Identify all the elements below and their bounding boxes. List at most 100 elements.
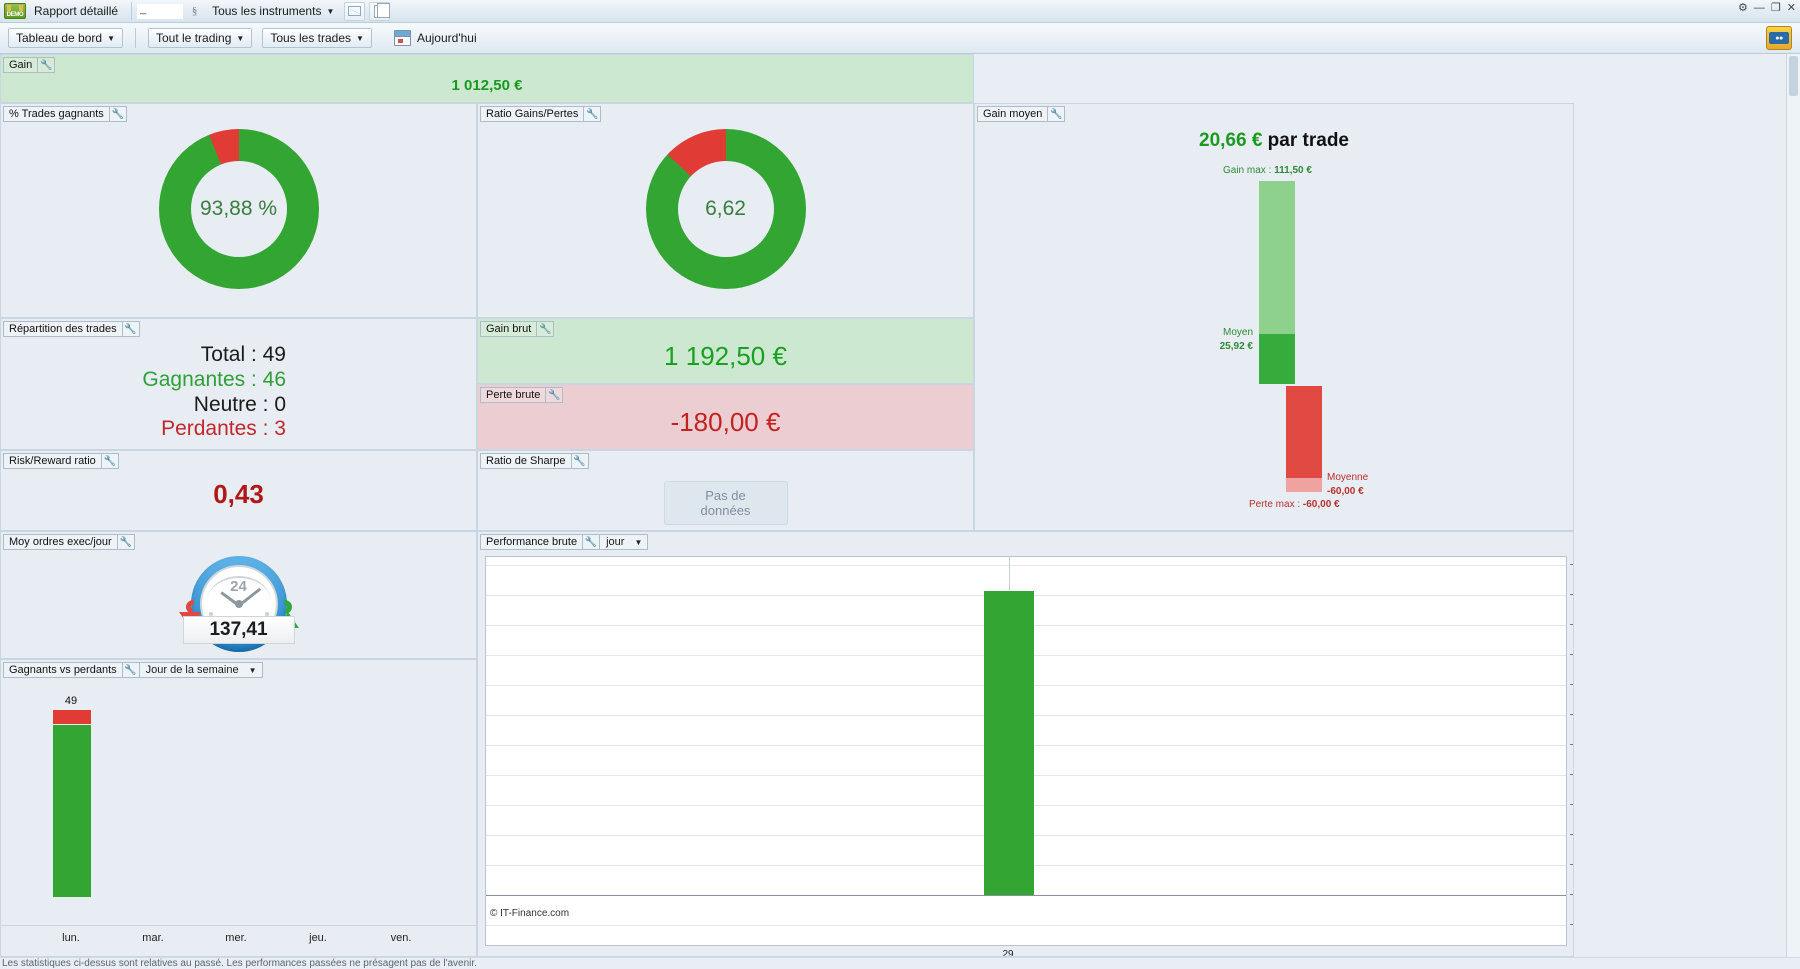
footer-disclaimer: Les statistiques ci-dessus sont relative… bbox=[0, 957, 1800, 969]
date-range-label[interactable]: Aujourd'hui bbox=[417, 31, 477, 45]
panel-repartition-label[interactable]: Répartition des trades 🔧 bbox=[3, 321, 140, 337]
risk-reward-value: 0,43 bbox=[213, 479, 264, 509]
weekday-label-mar: mar. bbox=[142, 932, 164, 944]
chevron-down-icon: ▼ bbox=[326, 6, 335, 16]
panel-gain-label[interactable]: Gain 🔧 bbox=[3, 57, 56, 73]
wrench-icon[interactable]: 🔧 bbox=[583, 107, 600, 121]
panel-gain-title: Gain bbox=[9, 59, 33, 71]
trading-filter-button[interactable]: Tout le trading ▼ bbox=[148, 28, 253, 48]
bar-moyen bbox=[1259, 334, 1295, 384]
wrench-icon[interactable]: 🔧 bbox=[1047, 107, 1064, 121]
panel-trades-gagnants-label[interactable]: % Trades gagnants 🔧 bbox=[3, 106, 127, 122]
minimize-button[interactable]: — bbox=[1754, 3, 1765, 14]
panel-gagnants-vs-perdants: Gagnants vs perdants 🔧 Jour de la semain… bbox=[0, 659, 477, 957]
panel-gagnants-vs-perdants-label[interactable]: Gagnants vs perdants 🔧 Jour de la semain… bbox=[3, 662, 263, 678]
weekday-label-ven: ven. bbox=[390, 932, 412, 944]
moyenne-value: -60,00 € bbox=[1327, 486, 1364, 497]
link-icon[interactable]: § bbox=[188, 3, 201, 20]
trades-filter-button[interactable]: Tous les trades ▼ bbox=[262, 28, 372, 48]
panel-performance-brute-title: Performance brute bbox=[486, 536, 578, 548]
panel-gain-moyen-title: Gain moyen bbox=[983, 108, 1043, 120]
wrench-icon[interactable]: 🔧 bbox=[536, 322, 553, 336]
gain-moyen-headline: 20,66 € par trade bbox=[975, 130, 1573, 152]
trades-filter-label: Tous les trades bbox=[270, 31, 352, 45]
bar-data-label: 49 bbox=[64, 695, 78, 707]
panel-gain-brut: Gain brut 🔧 1 192,50 € bbox=[477, 318, 974, 384]
scrollbar-thumb[interactable] bbox=[1789, 56, 1798, 96]
panel-risk-reward-label[interactable]: Risk/Reward ratio 🔧 bbox=[3, 453, 119, 469]
maximize-button[interactable]: ❐ bbox=[1771, 3, 1781, 14]
vertical-scrollbar[interactable] bbox=[1786, 54, 1800, 957]
panel-performance-brute-label[interactable]: Performance brute 🔧 jour ▼ bbox=[480, 534, 649, 550]
panel-perte-brute-label[interactable]: Perte brute 🔧 bbox=[480, 387, 564, 403]
bar-segment-gagnantes bbox=[53, 725, 91, 897]
panel-perte-brute-title: Perte brute bbox=[486, 389, 541, 401]
performance-bar bbox=[984, 591, 1034, 895]
panel-moy-ordres-label[interactable]: Moy ordres exec/jour 🔧 bbox=[3, 534, 135, 550]
gain-max-label: Gain max : bbox=[1223, 165, 1275, 176]
panel-trades-gagnants: % Trades gagnants 🔧 93,88 % bbox=[0, 103, 477, 318]
panel-perte-brute: Perte brute 🔧 -180,00 € bbox=[477, 384, 974, 450]
wrench-icon[interactable]: 🔧 bbox=[100, 454, 118, 468]
moyen-label: Moyen bbox=[1222, 327, 1253, 338]
repartition-perdantes: Perdantes : 3 bbox=[161, 417, 286, 441]
repartition-gagnantes: Gagnantes : 46 bbox=[142, 367, 286, 391]
chart-copyright: © IT-Finance.com bbox=[490, 908, 570, 919]
dashboard-button[interactable]: Tableau de bord ▼ bbox=[8, 28, 123, 48]
dashboard: Gain 🔧 1 012,50 € % Trades gagnants 🔧 93… bbox=[0, 54, 1800, 957]
trades-gagnants-value: 93,88 % bbox=[199, 197, 278, 220]
account-field[interactable] bbox=[137, 3, 184, 19]
copy-report-button[interactable] bbox=[369, 1, 391, 21]
wrench-icon[interactable]: 🔧 bbox=[570, 454, 588, 468]
moyenne-label: Moyenne bbox=[1327, 472, 1369, 483]
wrench-icon[interactable]: 🔧 bbox=[582, 535, 599, 549]
trading-filter-label: Tout le trading bbox=[156, 31, 232, 45]
weekday-label-mer: mer. bbox=[225, 932, 247, 944]
panel-moy-ordres: Moy ordres exec/jour 🔧 24 137,41 bbox=[0, 531, 477, 659]
moyen-value: 25,92 € bbox=[1219, 341, 1253, 352]
chart-view-button[interactable] bbox=[344, 1, 366, 21]
logo-inner: ●● bbox=[1769, 32, 1789, 44]
wrench-icon[interactable]: 🔧 bbox=[121, 663, 139, 677]
instrument-selector[interactable]: Tous les instruments ▼ bbox=[206, 2, 340, 20]
panel-sharpe-label[interactable]: Ratio de Sharpe 🔧 bbox=[480, 453, 589, 469]
gain-brut-value: 1 192,50 € bbox=[664, 341, 787, 371]
panel-gain-moyen-label[interactable]: Gain moyen 🔧 bbox=[977, 106, 1066, 122]
perte-max-label: Perte max : bbox=[1249, 499, 1303, 510]
gagnants-vs-perdants-chart: 49 lun. mar. mer. jeu. ven. bbox=[1, 678, 476, 950]
panel-gain-brut-label[interactable]: Gain brut 🔧 bbox=[480, 321, 555, 337]
panel-gain-moyen: Gain moyen 🔧 20,66 € par trade Gain max … bbox=[974, 103, 1574, 531]
calendar-icon[interactable] bbox=[393, 30, 411, 46]
settings-icon[interactable]: ⚙ bbox=[1738, 3, 1748, 14]
panel-ratio-gains-pertes: Ratio Gains/Pertes 🔧 6,62 bbox=[477, 103, 974, 318]
toolbar: Tableau de bord ▼ Tout le trading ▼ Tous… bbox=[0, 23, 1800, 54]
chevron-down-icon: ▼ bbox=[107, 33, 115, 43]
clock-gauge-icon: 24 137,41 bbox=[178, 556, 299, 652]
performance-chart: © IT-Finance.com bbox=[485, 556, 1567, 946]
panel-ratio-label[interactable]: Ratio Gains/Pertes 🔧 bbox=[480, 106, 602, 122]
wrench-icon[interactable]: 🔧 bbox=[108, 107, 126, 121]
repartition-neutre: Neutre : 0 bbox=[193, 392, 286, 416]
demo-badge: DEMO bbox=[4, 3, 26, 19]
trades-gagnants-donut-wrap: 93,88 % bbox=[1, 129, 476, 289]
window-controls: ⚙ — ❐ ✕ bbox=[1738, 3, 1796, 14]
gridline-zero bbox=[486, 895, 1566, 896]
report-title: Rapport détaillé bbox=[34, 4, 119, 18]
panel-risk-reward: Risk/Reward ratio 🔧 0,43 bbox=[0, 450, 477, 531]
wrench-icon[interactable]: 🔧 bbox=[116, 535, 134, 549]
bar-moyenne-cap bbox=[1286, 478, 1322, 492]
performance-grouping-select[interactable]: jour ▼ bbox=[599, 535, 647, 549]
wrench-icon[interactable]: 🔧 bbox=[37, 58, 54, 72]
panel-moy-ordres-title: Moy ordres exec/jour bbox=[9, 536, 112, 548]
weekday-grouping-select[interactable]: Jour de la semaine ▼ bbox=[138, 663, 262, 677]
wrench-icon[interactable]: 🔧 bbox=[121, 322, 139, 336]
repartition-total: Total : 49 bbox=[200, 343, 286, 366]
moy-ordres-value: 137,41 bbox=[182, 616, 295, 644]
wrench-icon[interactable]: 🔧 bbox=[545, 388, 562, 402]
panel-ratio-title: Ratio Gains/Pertes bbox=[486, 108, 579, 120]
gain-max-value: 111,50 € bbox=[1274, 165, 1312, 176]
chevron-down-icon: ▼ bbox=[248, 665, 257, 675]
close-button[interactable]: ✕ bbox=[1787, 3, 1796, 14]
chevron-down-icon: ▼ bbox=[356, 33, 364, 43]
clock-gauge-number: 24 bbox=[230, 578, 247, 595]
